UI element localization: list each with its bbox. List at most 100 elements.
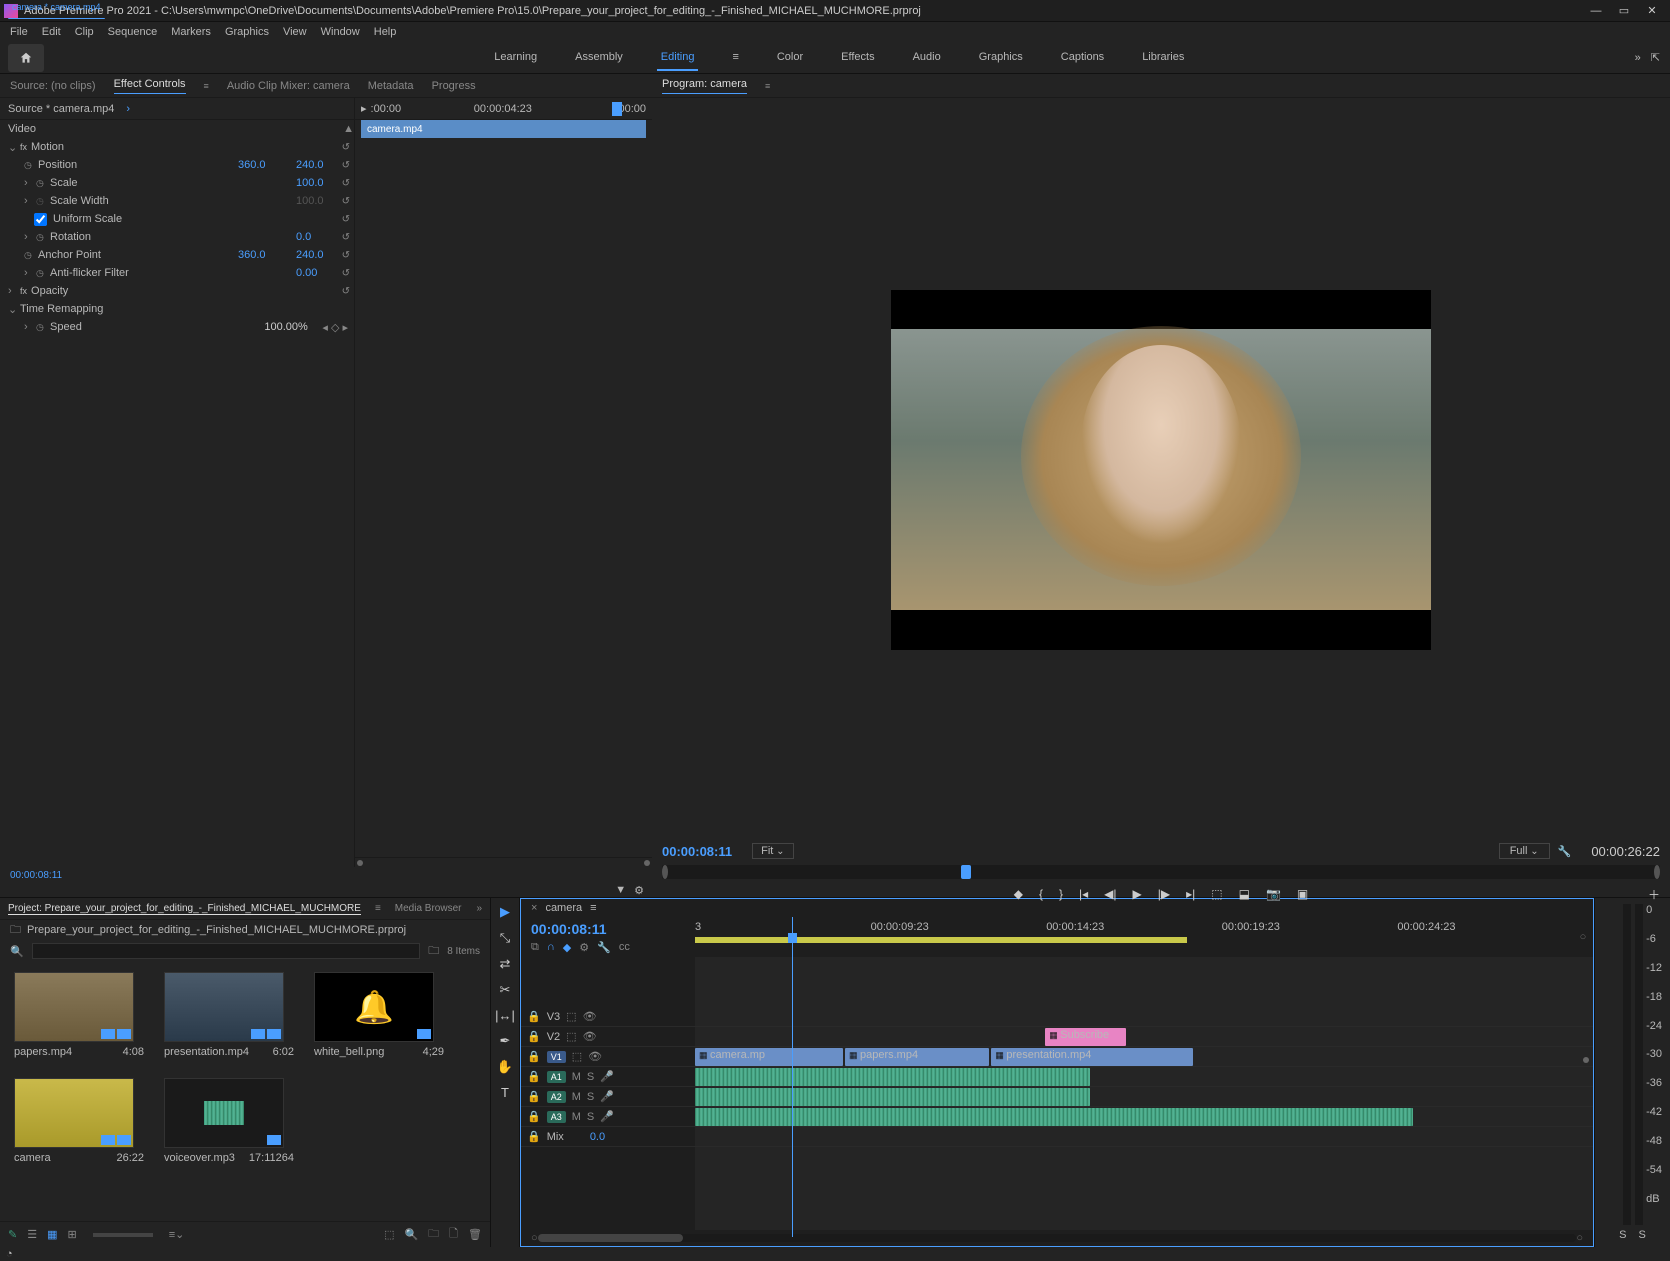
zoom-handle-right[interactable] — [644, 860, 650, 866]
home-button[interactable] — [8, 44, 44, 72]
clip-papers[interactable]: ▦ papers.mp4 — [845, 1048, 989, 1066]
ws-audio[interactable]: Audio — [909, 45, 945, 71]
track-header-a1[interactable]: 🔒A1MS🎤 — [521, 1067, 695, 1087]
extract-button[interactable]: ⬓ — [1239, 887, 1250, 901]
menu-file[interactable]: File — [4, 24, 34, 40]
mark-in-button[interactable]: { — [1039, 887, 1043, 901]
add-marker-icon[interactable]: ◆ — [563, 941, 571, 954]
close-button[interactable]: ✕ — [1638, 1, 1666, 21]
zoom-handle-right[interactable]: ○ — [1576, 1232, 1583, 1244]
razor-tool[interactable]: ✂ — [500, 982, 511, 998]
freeform-view-icon[interactable]: ⊞ — [68, 1228, 77, 1241]
stopwatch-icon[interactable]: ◷ — [24, 160, 38, 171]
go-out-button[interactable]: ▸| — [1186, 887, 1195, 901]
thumb-size-slider[interactable] — [93, 1233, 153, 1237]
maximize-button[interactable]: ▭ — [1610, 1, 1638, 21]
track-header-v3[interactable]: 🔒V3⬚👁 — [521, 1007, 695, 1027]
track-height-handle[interactable]: ○ — [1580, 931, 1587, 943]
sync-lock-icon[interactable] — [1583, 1057, 1589, 1063]
timeline-tab[interactable]: camera — [545, 902, 582, 914]
linked-selection-icon[interactable]: ∩ — [547, 941, 555, 954]
wrench-icon[interactable]: 🔧 — [1558, 845, 1572, 858]
icon-view-icon[interactable]: ▦ — [47, 1228, 57, 1241]
ws-effects[interactable]: Effects — [837, 45, 878, 71]
menu-edit[interactable]: Edit — [36, 24, 67, 40]
track-v3[interactable] — [695, 1007, 1593, 1027]
ws-graphics[interactable]: Graphics — [975, 45, 1027, 71]
track-mix[interactable] — [695, 1127, 1593, 1147]
program-menu-icon[interactable]: ≡ — [765, 81, 770, 91]
work-area-bar[interactable] — [695, 937, 1187, 943]
menu-view[interactable]: View — [277, 24, 313, 40]
scrub-handle-right[interactable] — [1654, 865, 1660, 879]
menu-markers[interactable]: Markers — [165, 24, 217, 40]
ws-assembly[interactable]: Assembly — [571, 45, 627, 71]
slip-tool[interactable]: |↔| — [495, 1008, 515, 1023]
program-playhead[interactable] — [961, 865, 971, 879]
reset-motion-icon[interactable]: ↺ — [342, 142, 350, 153]
timeline-settings-icon[interactable]: ⚙ — [579, 941, 589, 954]
menu-clip[interactable]: Clip — [69, 24, 100, 40]
lock-icon[interactable]: 🔒 — [527, 1010, 541, 1023]
ec-scale[interactable]: ›◷Scale100.0↺ — [0, 174, 354, 192]
scrub-handle-left[interactable] — [662, 865, 668, 879]
track-v2[interactable]: ▦ Subscribe — [695, 1027, 1593, 1047]
timeline-ruler[interactable]: 3 00:00:09:23 00:00:14:23 00:00:19:23 00… — [695, 917, 1573, 957]
new-bin-icon[interactable]: 🗀 — [428, 942, 439, 961]
menu-help[interactable]: Help — [368, 24, 403, 40]
share-icon[interactable]: ⇱ — [1651, 51, 1660, 64]
solo-left-button[interactable]: S — [1619, 1229, 1626, 1241]
ec-timecode[interactable]: 00:00:08:11 — [0, 867, 652, 883]
ws-learning[interactable]: Learning — [490, 45, 541, 71]
caption-track-icon[interactable]: cc — [619, 941, 630, 954]
ec-speed[interactable]: ›◷Speed100.00%◂ ◇ ▸ — [0, 318, 354, 336]
track-header-v2[interactable]: 🔒V2⬚👁 — [521, 1027, 695, 1047]
ripple-edit-tool[interactable]: ⇄ — [500, 956, 511, 972]
tab-program[interactable]: Program: camera — [662, 78, 747, 94]
effect-controls-menu-icon[interactable]: ≡ — [204, 81, 209, 91]
track-a1[interactable] — [695, 1067, 1593, 1087]
track-header-a3[interactable]: 🔒A3MS🎤 — [521, 1107, 695, 1127]
add-marker-button[interactable]: ◆ — [1014, 887, 1023, 901]
play-button[interactable]: ▶ — [1133, 887, 1142, 901]
eye-icon[interactable]: 👁 — [583, 1010, 597, 1023]
timeline-timecode[interactable]: 00:00:08:11 — [531, 921, 685, 937]
bin-item[interactable]: 🔔 white_bell.png4;29 — [314, 972, 444, 1058]
clip-audio-a1[interactable] — [695, 1068, 1090, 1086]
ec-motion[interactable]: ⌄fxMotion↺ — [0, 138, 354, 156]
ec-uniform-scale[interactable]: Uniform Scale↺ — [0, 210, 354, 228]
ec-opacity[interactable]: ›fxOpacity↺ — [0, 282, 354, 300]
ec-playhead[interactable] — [612, 102, 622, 116]
export-frame-button[interactable]: 📷 — [1266, 887, 1281, 901]
program-monitor[interactable] — [652, 98, 1670, 837]
track-a2[interactable] — [695, 1087, 1593, 1107]
ec-clip-bar[interactable]: camera.mp4 — [361, 120, 646, 138]
timeline-menu-icon[interactable]: ≡ — [590, 902, 596, 914]
track-header-mix[interactable]: 🔒Mix0.0 — [521, 1127, 695, 1147]
ec-antiflicker[interactable]: ›◷Anti-flicker Filter0.00↺ — [0, 264, 354, 282]
ec-timeremap[interactable]: ⌄Time Remapping — [0, 300, 354, 318]
pen-icon[interactable]: ✎ — [8, 1228, 17, 1241]
bin-item[interactable]: presentation.mp46:02 — [164, 972, 294, 1058]
tab-media-browser[interactable]: Media Browser — [395, 903, 462, 914]
comparison-view-button[interactable]: ▣ — [1297, 887, 1308, 901]
ec-rotation[interactable]: ›◷Rotation0.0↺ — [0, 228, 354, 246]
settings-icon[interactable]: ⚙ — [634, 884, 644, 897]
bin-item[interactable]: voiceover.mp317:11264 — [164, 1078, 294, 1164]
ec-seq-clip[interactable]: camera * camera.mp4 — [8, 1, 105, 19]
ec-timeline-ruler[interactable]: ▸ :00:00 00:00:04:23 00:00 — [355, 98, 652, 120]
timeline-playhead[interactable] — [792, 917, 793, 1237]
ws-libraries[interactable]: Libraries — [1138, 45, 1188, 71]
list-view-icon[interactable]: ☰ — [27, 1228, 37, 1241]
tab-progress[interactable]: Progress — [432, 80, 476, 92]
go-in-button[interactable]: |◂ — [1079, 887, 1088, 901]
menu-sequence[interactable]: Sequence — [102, 24, 164, 40]
project-search-input[interactable] — [32, 943, 421, 959]
bin-item[interactable]: camera26:22 — [14, 1078, 144, 1164]
tab-project[interactable]: Project: Prepare_your_project_for_editin… — [8, 903, 361, 915]
new-bin-button[interactable]: 🗀 — [428, 1225, 439, 1244]
track-header-v1[interactable]: 🔒V1⬚👁 — [521, 1047, 695, 1067]
tab-audio-mixer[interactable]: Audio Clip Mixer: camera — [227, 80, 350, 92]
track-select-tool[interactable]: ⤡ — [500, 930, 510, 946]
ws-editing-menu-icon[interactable]: ≡ — [728, 45, 742, 71]
